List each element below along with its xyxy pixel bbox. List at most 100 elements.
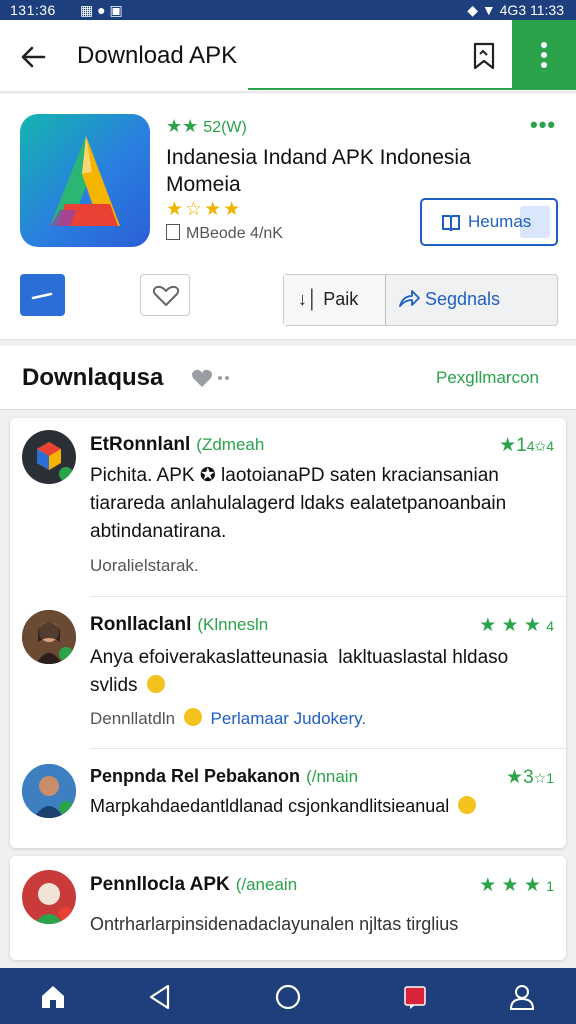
reviews-section-header: Downlaqusa Pexgllmarcon (0, 346, 576, 410)
review-text: Pichita. APK ✪ laotoianaPD saten kracian… (90, 465, 507, 542)
divider (90, 596, 566, 597)
file-icon (166, 224, 180, 240)
nav-profile[interactable] (507, 982, 537, 1012)
app-logo-icon (50, 136, 120, 226)
recent-icon (404, 986, 426, 1009)
review-author: EtRonnlanl (Zdmeah (90, 434, 264, 456)
nav-recents[interactable] (400, 982, 430, 1012)
review-footer-text: Dennllatdln (90, 709, 176, 728)
action-row: ↓│ Paik Segdnals (0, 274, 576, 328)
review-text: Anya efoiverakaslatteunasia ⁠ lakltuasla… (90, 644, 550, 700)
back-button[interactable] (18, 42, 48, 72)
download-button[interactable] (20, 274, 65, 316)
avatar (22, 764, 76, 818)
review-rating: ★ ★ ★ 1 (479, 874, 554, 897)
segment-share[interactable]: Segdnals (387, 275, 557, 325)
book-icon (442, 215, 460, 232)
review-tag: (Klnnesln (197, 615, 269, 634)
status-bar: 131:36 ▦ ● ▣ ◆ ▼ 4G3 11:33 (0, 0, 576, 20)
review-item[interactable]: Ronllaclanl (Klnnesln ★ ★ ★ 4 Anya efoive… (10, 598, 566, 748)
review-rating-count: 4 (546, 618, 554, 634)
touch-icon: ↓│ (298, 289, 319, 309)
avatar (22, 430, 76, 484)
progress-underline (248, 88, 512, 90)
review-author-name: Ronllaclanl (90, 614, 192, 635)
top-rating: ★★ 52(W) (166, 116, 247, 137)
section-link[interactable]: Pexgllmarcon (436, 368, 539, 388)
nav-home-circle[interactable] (273, 982, 303, 1012)
segment-left-label: Paik (323, 289, 359, 309)
review-rating: ★ ★ ★ 4 (479, 614, 554, 637)
section-title: Downlaqusa (22, 364, 164, 391)
nav-back[interactable] (145, 982, 175, 1012)
home-icon (42, 986, 64, 1008)
review-stars: ★ ★ ★ (479, 615, 541, 636)
app-meta-text: MBeode 4/nK (186, 225, 283, 242)
page-title: Download APK (77, 42, 238, 69)
review-author-name: Pennllocla APK (90, 874, 230, 895)
review-text-content: Marpkahdaedantldlanad csjonkandlitsieanu… (90, 796, 450, 816)
status-right: ◆ ▼ 4G3 11:33 (467, 2, 564, 19)
segment-right-label: Segdnals (425, 289, 501, 309)
share-arrow-icon (399, 290, 420, 307)
review-stars: ★3 (506, 767, 534, 788)
review-item[interactable]: Penpnda Rel Pebakanon (/nnain ★3☆1 Marpka… (10, 750, 566, 848)
network-text: 4G3 (499, 2, 527, 18)
avatar (22, 610, 76, 664)
status-time: 131:36 (10, 2, 56, 18)
divider (90, 748, 566, 749)
bookmark-icon (473, 42, 495, 70)
overflow-menu-button[interactable] (512, 20, 576, 90)
arrow-right-icon (31, 292, 53, 300)
review-author: Penpnda Rel Pebakanon (/nnain (90, 766, 358, 787)
app-header-card: ★★ 52(W) ••• Indanesia Indand APK Indone… (0, 94, 576, 340)
review-rating: ★3☆1 (506, 766, 554, 789)
review-footer: Uoralielstarak. (90, 556, 199, 575)
heart-icon (152, 285, 180, 306)
arrow-left-icon (21, 46, 46, 68)
app-meta: MBeode 4/nK (166, 224, 283, 243)
bottom-nav (0, 968, 576, 1024)
review-tag: (/nnain (306, 767, 359, 786)
review-rating-count: 4✩4 (526, 438, 554, 454)
review-rating: ★14✩4 (499, 434, 554, 457)
bookmark-button[interactable] (470, 41, 498, 71)
emoji-icon (183, 708, 202, 726)
review-item[interactable]: Pennllocla APK (/aneain ★ ★ ★ 1 Ontrharla… (10, 856, 566, 960)
circle-icon (275, 984, 301, 1010)
review-author-name: Penpnda Rel Pebakanon (90, 766, 301, 786)
avatar (22, 870, 76, 924)
card-more-button[interactable]: ••• (530, 112, 556, 138)
review-footer-link[interactable]: Perlamaar Judokery. (211, 709, 367, 728)
reviews-card: EtRonnlanl (Zdmeah ★14✩4 Pichita. APK ✪ l… (10, 418, 566, 848)
top-rating-value: 52(W) (203, 119, 247, 136)
section-heart[interactable] (190, 366, 234, 390)
review-text: Ontrharlarpinsidenadaclayunalen njltas t… (90, 914, 459, 934)
review-stars: ★ ★ ★ (479, 875, 541, 896)
review-author: Pennllocla APK (/aneain (90, 874, 297, 896)
nav-home[interactable] (38, 982, 68, 1012)
app-rating-stars: ★☆★★ (166, 199, 243, 220)
more-vert-icon (541, 42, 547, 68)
secondary-button-label: Heumas (468, 212, 532, 231)
back-icon (149, 984, 170, 1010)
status-clock: 11:33 (530, 2, 564, 18)
secondary-action-button[interactable]: Heumas (420, 198, 558, 246)
review-tag: (Zdmeah (196, 435, 265, 454)
person-photo-icon (22, 870, 76, 924)
review-author-name: EtRonnlanl (90, 434, 191, 455)
review-author: Ronllaclanl (Klnnesln (90, 614, 268, 636)
favorite-button[interactable] (140, 274, 190, 316)
review-rating-count: ☆1 (533, 770, 554, 786)
emoji-icon (146, 675, 165, 693)
segment-pair[interactable]: ↓│ Paik (284, 275, 386, 325)
signal-icon: ◆ ▼ (467, 2, 496, 18)
review-item[interactable]: EtRonnlanl (Zdmeah ★14✩4 Pichita. APK ✪ l… (10, 418, 566, 598)
app-bar: Download APK (0, 20, 576, 92)
status-icons: ▦ ● ▣ (80, 2, 123, 18)
hexagon-logo-icon (37, 442, 73, 481)
review-stars: ★1 (499, 435, 527, 456)
emoji-icon (458, 796, 477, 814)
person-photo-icon (22, 764, 76, 818)
app-icon (20, 114, 150, 247)
